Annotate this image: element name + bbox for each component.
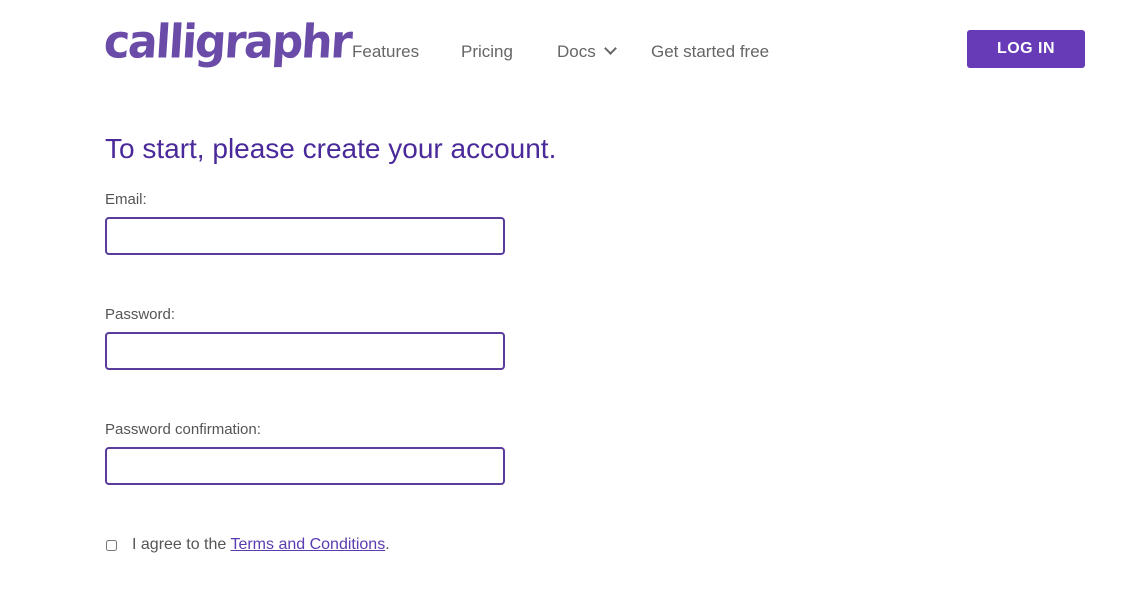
agree-suffix: . [385, 536, 390, 553]
nav-docs-label: Docs [557, 42, 596, 61]
password-confirmation-field[interactable] [105, 447, 505, 485]
email-label: Email: [105, 191, 147, 208]
nav-docs[interactable]: Docs [557, 42, 617, 62]
email-field[interactable] [105, 217, 505, 255]
terms-link[interactable]: Terms and Conditions [230, 536, 385, 553]
calligraphr-logo[interactable]: calligraphr [102, 16, 352, 70]
password-label: Password: [105, 306, 176, 323]
nav-features[interactable]: Features [352, 42, 419, 62]
nav-get-started-free[interactable]: Get started free [651, 42, 769, 62]
password-field[interactable] [105, 332, 505, 370]
nav-pricing[interactable]: Pricing [461, 42, 513, 62]
page-title: To start, please create your account. [105, 133, 557, 164]
login-button[interactable]: LOG IN [967, 30, 1085, 68]
terms-agreement: I agree to the Terms and Conditions. [132, 536, 390, 554]
password-confirmation-label: Password confirmation: [105, 421, 261, 438]
chevron-down-icon [603, 42, 617, 55]
agree-prefix: I agree to the [132, 536, 231, 553]
terms-checkbox[interactable] [106, 540, 117, 551]
